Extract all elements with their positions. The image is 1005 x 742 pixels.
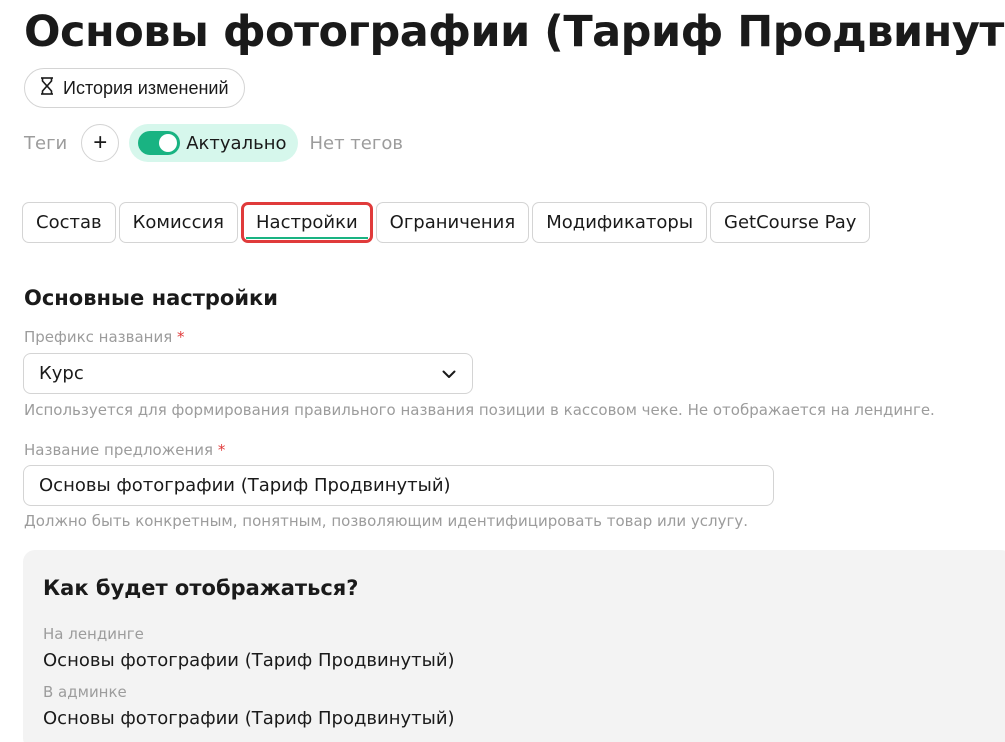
offer-name-input[interactable]: Основы фотографии (Тариф Продвинутый) [23, 465, 774, 506]
tab-getcourse-pay[interactable]: GetCourse Pay [710, 202, 871, 243]
actual-toggle-label: Актуально [186, 132, 287, 154]
tab-composition[interactable]: Состав [22, 202, 116, 243]
tabs-bar: Состав Комиссия Настройки Ограничения Мо… [22, 202, 871, 243]
tab-settings[interactable]: Настройки [241, 202, 373, 243]
tab-restrictions[interactable]: Ограничения [375, 202, 530, 243]
add-tag-button[interactable]: + [81, 124, 120, 162]
prefix-hint: Используется для формирования правильног… [24, 401, 935, 419]
history-button[interactable]: История изменений [24, 68, 245, 108]
prefix-select-value: Курс [39, 363, 84, 384]
hourglass-icon [39, 76, 55, 100]
tags-label: Теги [24, 132, 68, 154]
history-button-label: История изменений [63, 77, 229, 98]
admin-label: В админке [43, 683, 127, 701]
required-mark: * [217, 441, 226, 459]
plus-icon: + [93, 129, 108, 156]
section-title: Основные настройки [24, 286, 279, 310]
required-mark: * [177, 328, 185, 346]
prefix-label: Префикс названия * [24, 328, 185, 346]
offer-name-label: Название предложения * [24, 441, 225, 459]
preview-card: Как будет отображаться? На лендинге Осно… [23, 550, 1005, 742]
tags-row: Теги + Актуально Нет тегов [24, 124, 403, 162]
actual-toggle[interactable]: Актуально [129, 124, 299, 162]
landing-value: Основы фотографии (Тариф Продвинутый) [43, 650, 455, 671]
offer-name-hint: Должно быть конкретным, понятным, позвол… [24, 512, 748, 530]
chevron-down-icon [442, 363, 456, 384]
landing-label: На лендинге [43, 625, 144, 643]
admin-value: Основы фотографии (Тариф Продвинутый) [43, 708, 455, 729]
tab-commission[interactable]: Комиссия [118, 202, 238, 243]
preview-title: Как будет отображаться? [43, 576, 359, 600]
prefix-select[interactable]: Курс [23, 353, 473, 394]
no-tags-text: Нет тегов [309, 132, 403, 154]
tab-modifiers[interactable]: Модификаторы [532, 202, 708, 243]
offer-name-label-text: Название предложения [24, 441, 214, 459]
page-title: Основы фотографии (Тариф Продвинутый) [24, 7, 1005, 57]
prefix-label-text: Префикс названия [24, 328, 173, 346]
toggle-switch-icon[interactable] [138, 131, 181, 155]
